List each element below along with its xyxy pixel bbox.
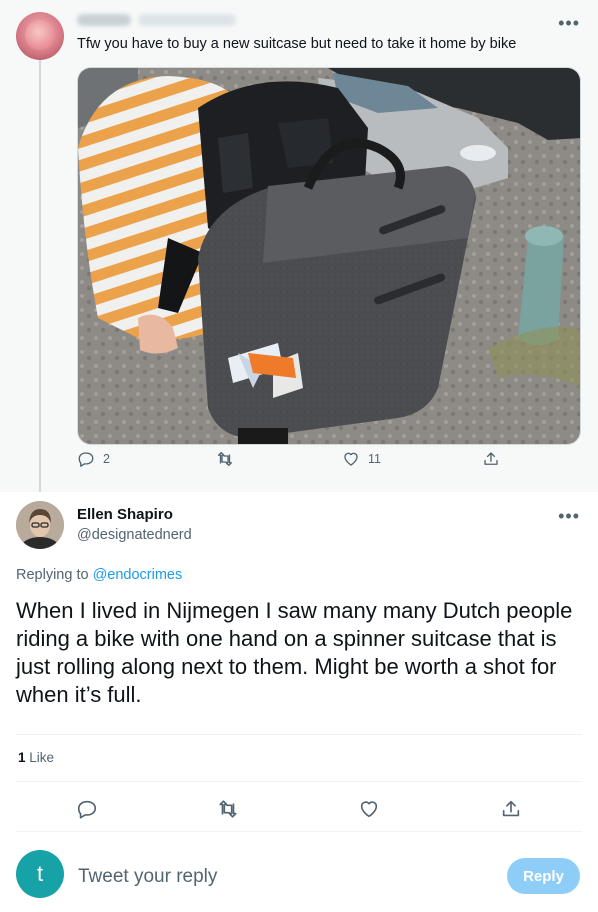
divider bbox=[16, 734, 582, 735]
parent-share-button[interactable] bbox=[482, 450, 508, 468]
retweet-icon bbox=[219, 800, 237, 818]
reply-input[interactable] bbox=[78, 863, 488, 891]
retweet-button-action[interactable] bbox=[217, 798, 239, 820]
parent-tweet[interactable]: ••• Tfw you have to buy a new suitcase b… bbox=[0, 0, 598, 492]
like-summary-label: Like bbox=[29, 750, 55, 765]
parent-reply-button[interactable]: 2 bbox=[77, 450, 110, 468]
parent-like-count: 11 bbox=[368, 452, 381, 466]
heart-icon bbox=[344, 452, 358, 466]
like-button-action[interactable] bbox=[358, 798, 380, 820]
reply-button-action[interactable] bbox=[76, 798, 98, 820]
reply-author-handle[interactable]: @designatednerd bbox=[77, 527, 192, 543]
divider bbox=[16, 781, 582, 782]
photo-suitcase-on-back bbox=[78, 68, 580, 444]
reply-icon bbox=[78, 452, 94, 467]
reply-author-name[interactable]: Ellen Shapiro bbox=[77, 506, 173, 523]
like-summary-count: 1 bbox=[18, 750, 26, 765]
parent-author-avatar[interactable] bbox=[16, 12, 64, 60]
parent-like-button[interactable]: 11 bbox=[342, 450, 381, 468]
parent-tweet-photo[interactable] bbox=[77, 67, 581, 445]
share-icon bbox=[502, 800, 520, 817]
reply-more-options-icon[interactable]: ••• bbox=[558, 507, 580, 525]
divider bbox=[16, 831, 582, 832]
replying-to-handle-link[interactable]: @endocrimes bbox=[93, 567, 183, 583]
compose-avatar[interactable]: t bbox=[16, 850, 64, 898]
share-button-action[interactable] bbox=[500, 798, 522, 820]
parent-more-options-icon[interactable]: ••• bbox=[558, 14, 580, 32]
parent-reply-count: 2 bbox=[103, 452, 110, 466]
replying-to-prefix: Replying to bbox=[16, 567, 89, 583]
blurred-author-handle bbox=[138, 14, 236, 26]
reply-tweet-actions bbox=[0, 792, 598, 826]
thread-line bbox=[39, 60, 41, 492]
parent-tweet-text: Tfw you have to buy a new suitcase but n… bbox=[77, 36, 517, 52]
replying-to-line: Replying to @endocrimes bbox=[16, 567, 182, 583]
like-summary[interactable]: 1 Like bbox=[18, 750, 54, 765]
reply-author-avatar[interactable] bbox=[16, 501, 64, 549]
parent-retweet-button[interactable] bbox=[216, 450, 242, 468]
avatar-blurred-face bbox=[25, 20, 55, 50]
reply-tweet-text: When I lived in Nijmegen I saw many many… bbox=[16, 598, 573, 707]
avatar-person-icon bbox=[16, 501, 64, 549]
reply-icon bbox=[77, 800, 97, 819]
share-icon bbox=[484, 452, 498, 465]
heart-icon bbox=[360, 801, 378, 818]
blurred-author-name bbox=[77, 14, 131, 26]
retweet-icon bbox=[217, 451, 233, 467]
reply-submit-button[interactable]: Reply bbox=[507, 858, 580, 894]
